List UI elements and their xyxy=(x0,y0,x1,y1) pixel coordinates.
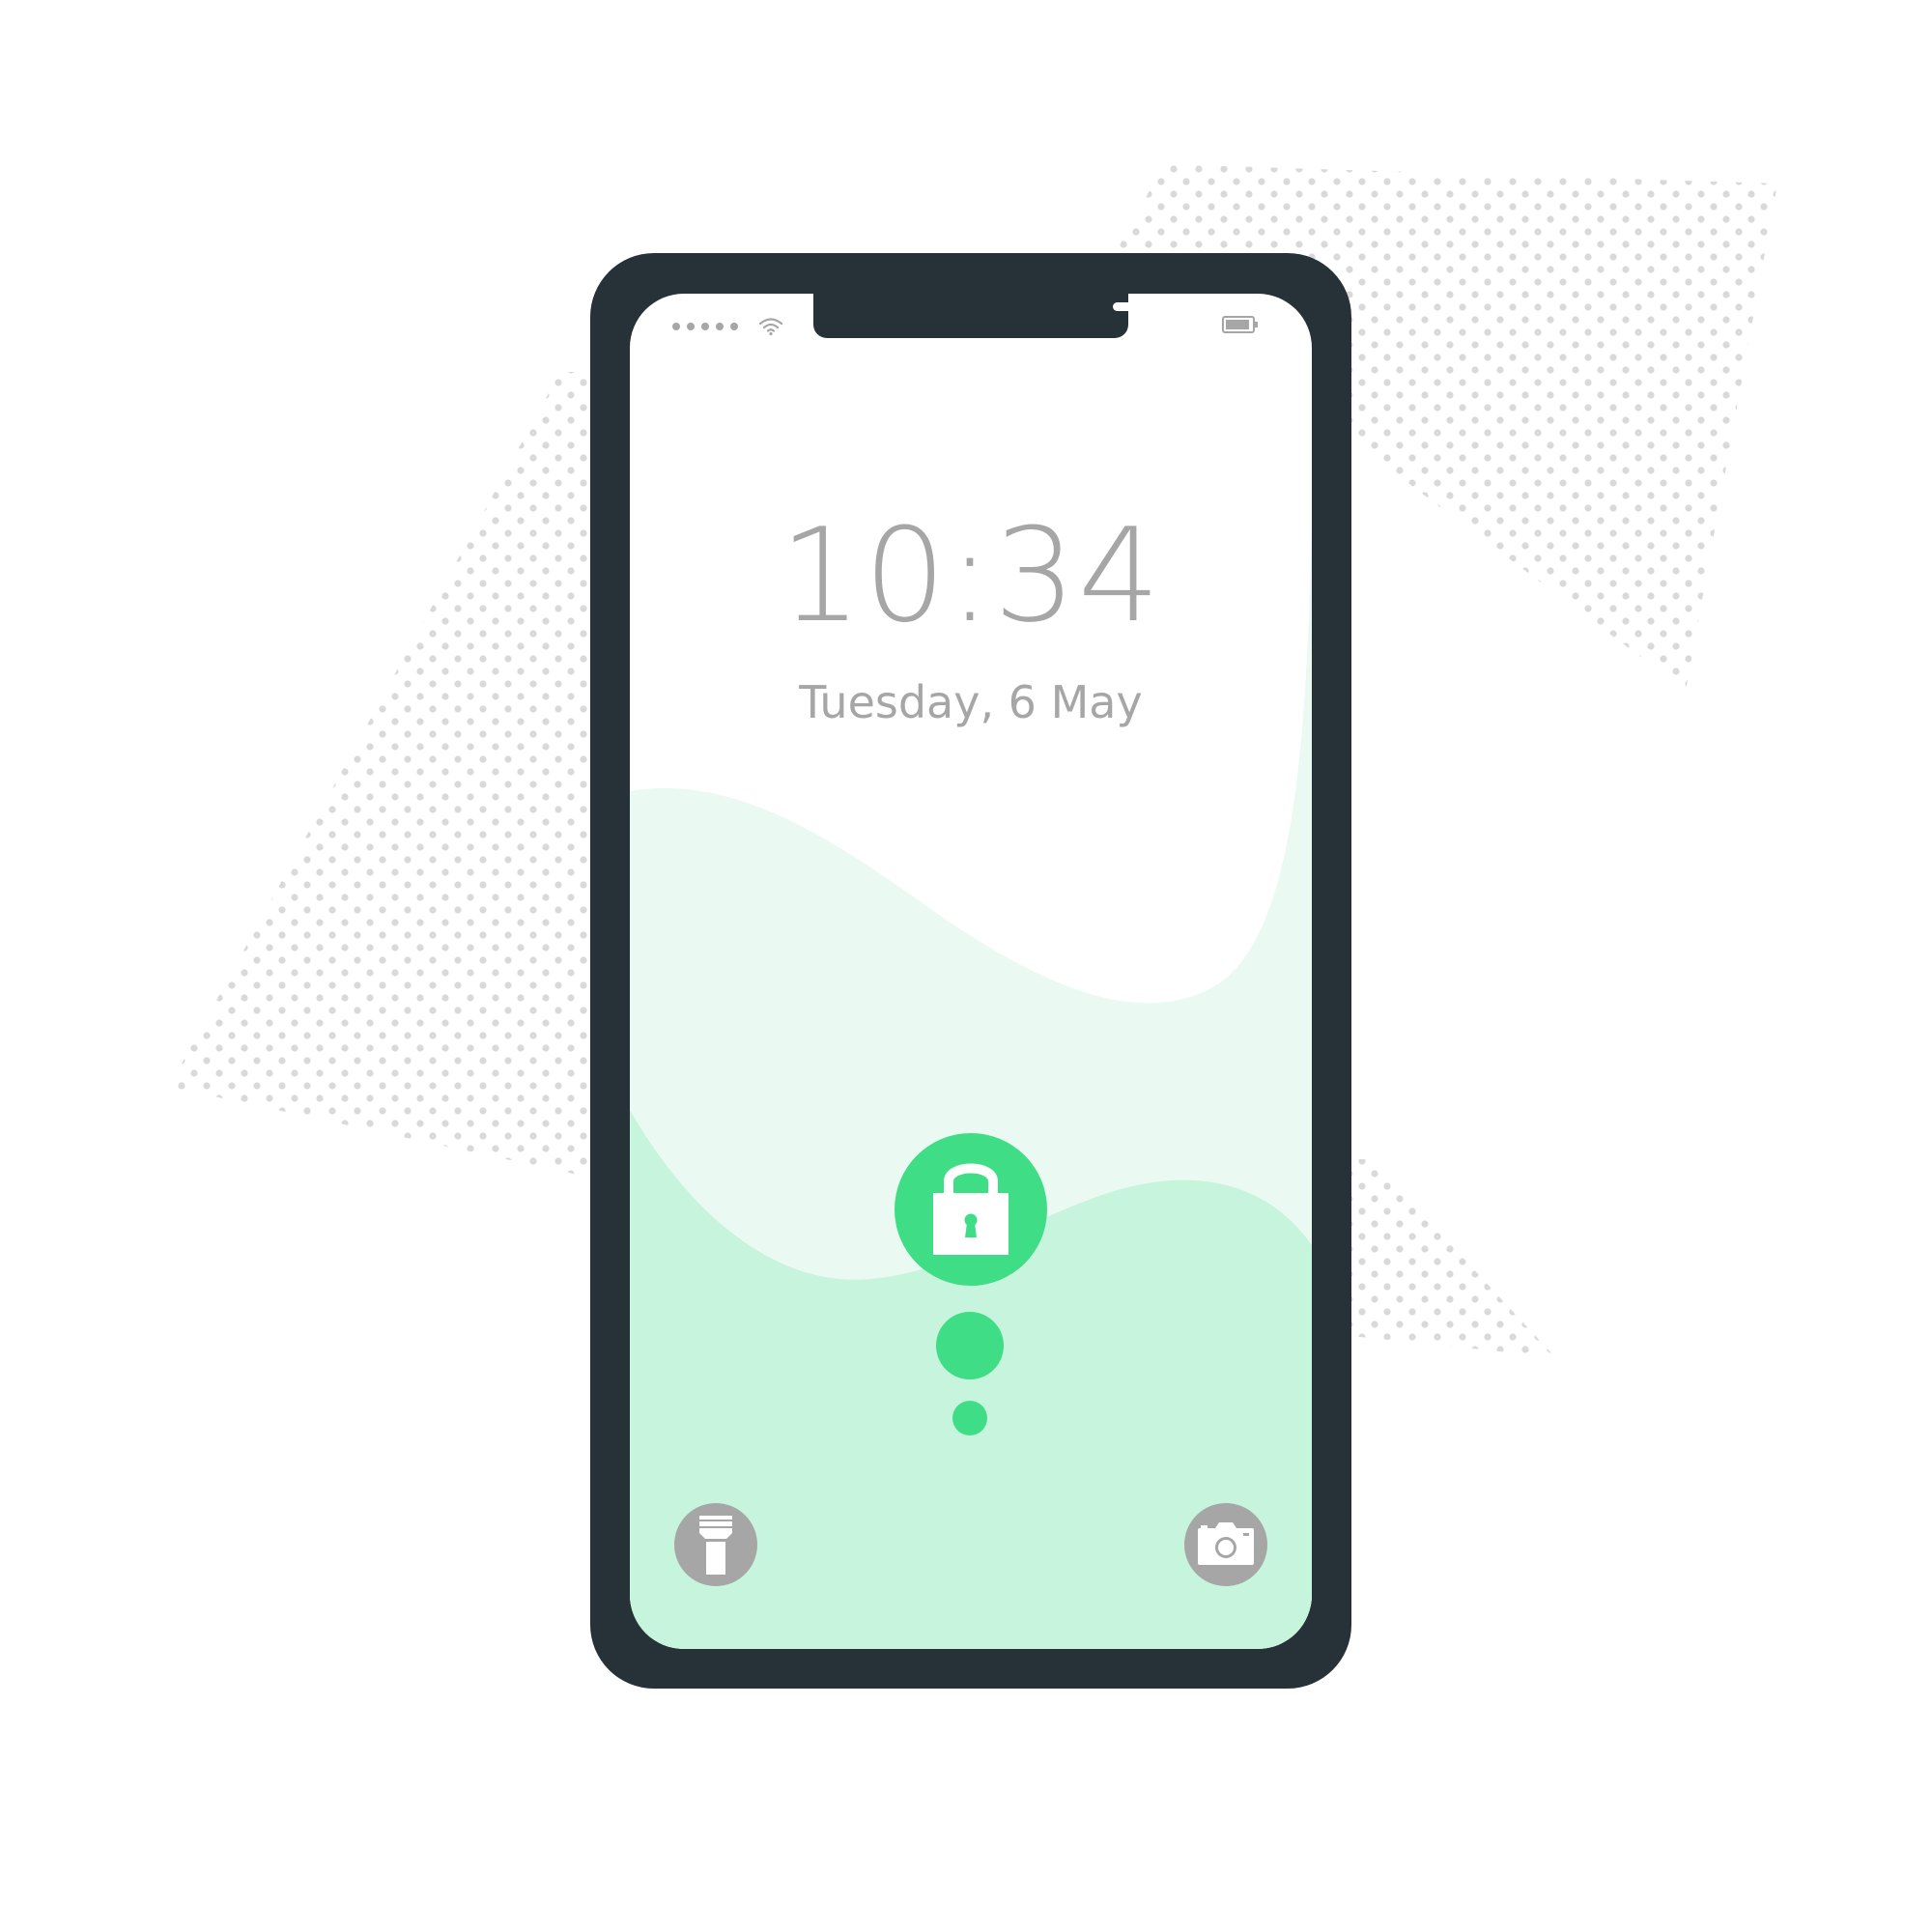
status-bar-left xyxy=(672,317,783,336)
cellular-signal-dot xyxy=(730,323,738,330)
camera-button[interactable] xyxy=(1184,1503,1267,1586)
notch xyxy=(813,294,1194,338)
cellular-signal-dot xyxy=(701,323,709,330)
flashlight-icon xyxy=(699,1516,732,1575)
cellular-signal-dot xyxy=(687,323,695,330)
illustration-canvas: 10:34 Tuesday, 6 May xyxy=(0,0,1932,1932)
earpiece-speaker xyxy=(1113,302,1194,311)
cellular-signal-dot xyxy=(672,323,680,330)
cellular-signal-dot xyxy=(716,323,724,330)
swipe-hint-dot xyxy=(936,1312,1004,1379)
lock-screen-time: 10:34 xyxy=(779,500,1163,651)
padlock-icon xyxy=(933,1163,1009,1255)
lock-screen-date: Tuesday, 6 May xyxy=(799,676,1143,728)
lock-screen: 10:34 Tuesday, 6 May xyxy=(630,294,1312,1649)
unlock-button[interactable] xyxy=(895,1133,1047,1286)
wallpaper-waves xyxy=(630,526,1312,1649)
dotted-shape-left xyxy=(169,372,618,1183)
dotted-shape-bottom-right xyxy=(1323,1159,1555,1357)
swipe-hint-dot xyxy=(952,1401,987,1435)
flashlight-button[interactable] xyxy=(674,1503,757,1586)
battery-icon xyxy=(1222,316,1258,333)
wifi-icon xyxy=(758,318,783,336)
camera-icon xyxy=(1198,1522,1254,1565)
